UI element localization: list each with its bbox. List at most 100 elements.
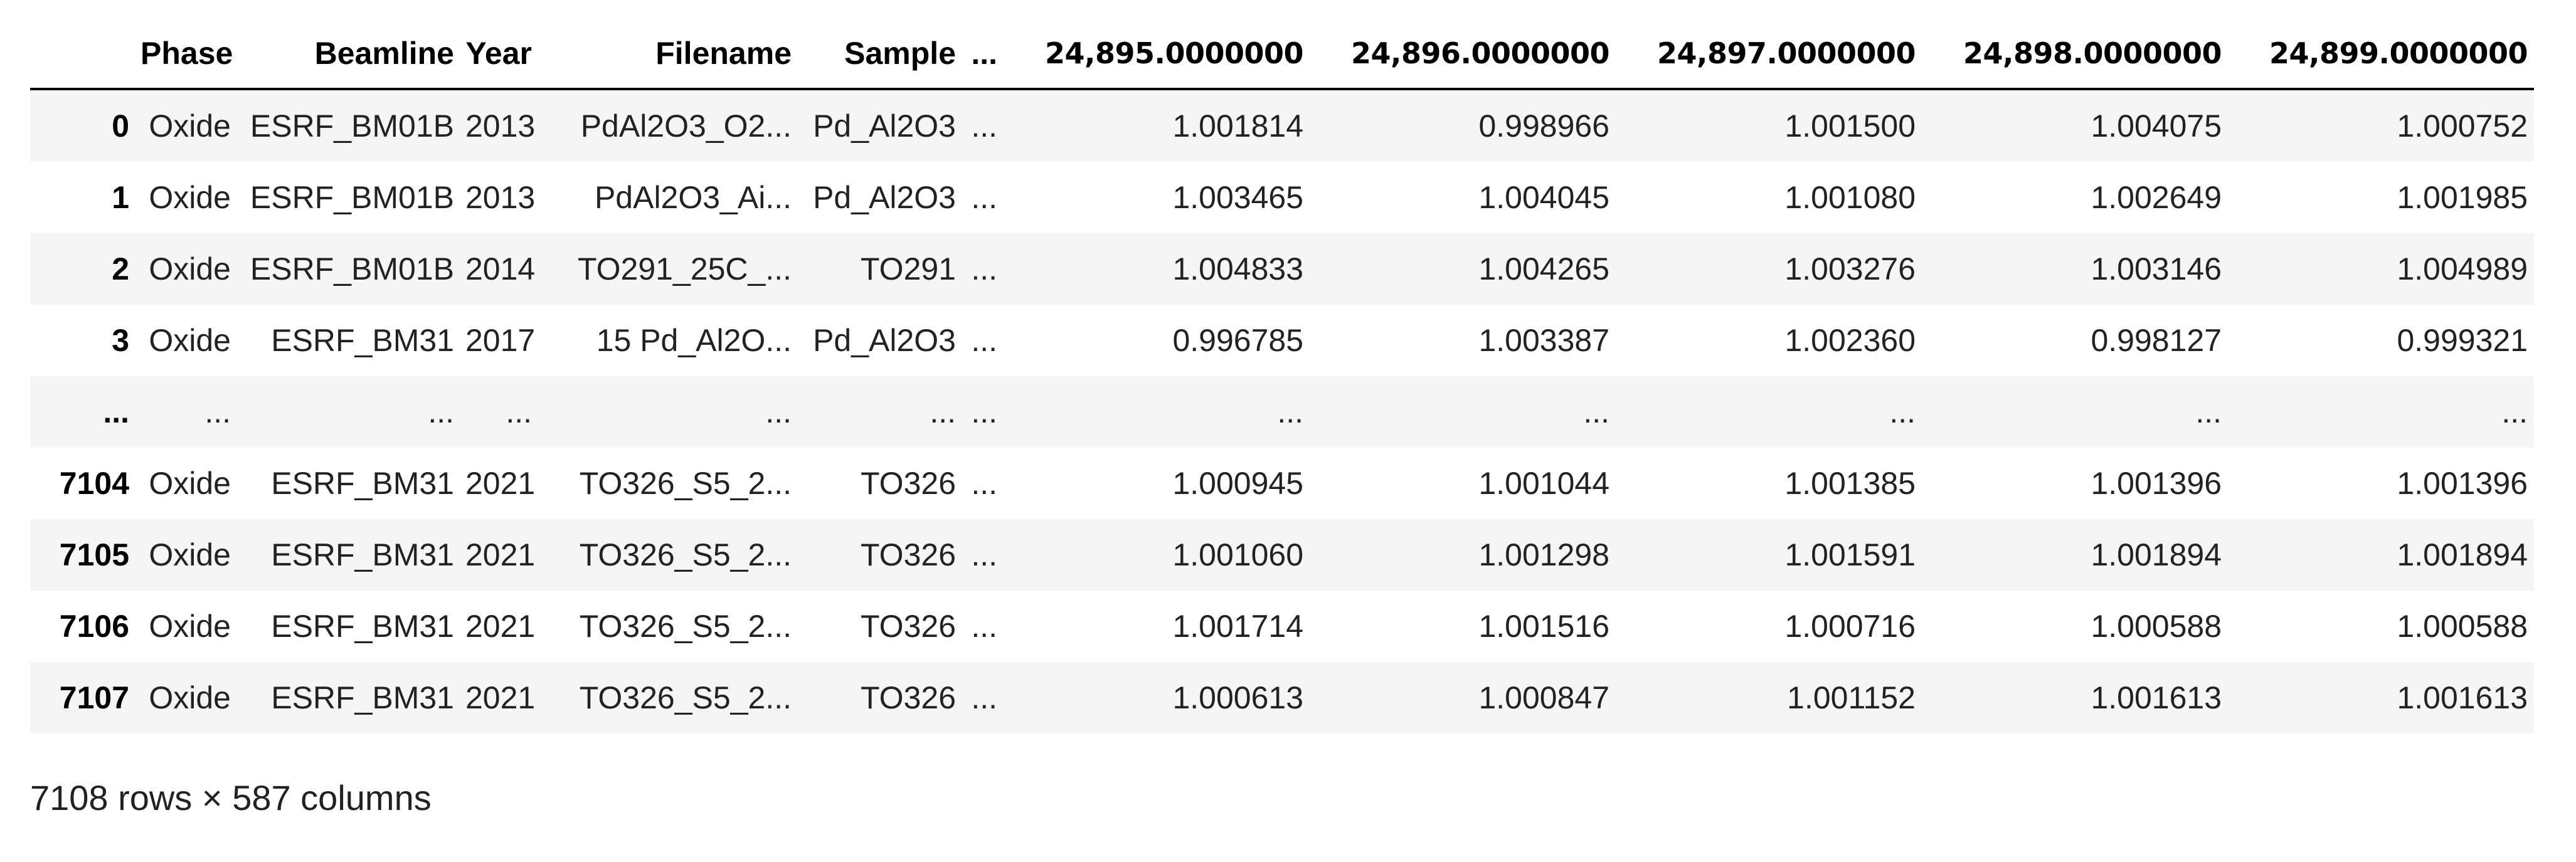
table-cell: 1.001985 [2397, 180, 2528, 215]
table-cell: 1.000945 [1172, 466, 1303, 501]
table-cell: TO326 [861, 537, 956, 572]
table-cell: ESRF_BM31 [271, 680, 454, 715]
table-cell: ... [971, 537, 997, 572]
table-cell: 1.002360 [1784, 323, 1916, 358]
table-cell: ... [971, 394, 997, 429]
table-cell: TO326 [861, 680, 956, 715]
row-index: 2 [112, 251, 129, 286]
column-header-beamline: Beamline [237, 19, 460, 90]
table-cell: 1.004075 [2091, 108, 2222, 144]
row-index: 7107 [59, 680, 129, 715]
table-cell: 1.003387 [1478, 323, 1609, 358]
table-cell: 2021 [465, 609, 536, 644]
table-row: 1 Oxide ESRF_BM01B 2013 PdAl2O3_Ai... Pd_Al2O… [30, 162, 2534, 233]
table-cell: 1.004833 [1172, 251, 1303, 286]
table-cell: 1.001152 [1787, 680, 1916, 715]
table-cell: TO291 [861, 251, 956, 286]
table-cell: 1.001714 [1172, 609, 1303, 644]
table-cell: 1.001396 [2397, 466, 2528, 501]
table-cell: ... [2195, 394, 2222, 429]
table-cell: 1.004989 [2397, 251, 2528, 286]
table-cell: PdAl2O3_Ai... [594, 180, 792, 215]
table-cell: 1.004045 [1478, 180, 1609, 215]
row-index: 1 [112, 180, 129, 215]
table-cell: ... [971, 323, 997, 358]
table-cell: TO291_25C_... [578, 251, 792, 286]
table-cell: 1.001080 [1784, 180, 1916, 215]
row-index: 7105 [59, 537, 129, 572]
table-cell: 1.000588 [2091, 609, 2222, 644]
table-cell: 2021 [465, 680, 536, 715]
table-row: 0 Oxide ESRF_BM01B 2013 PdAl2O3_O2... Pd_Al2O… [30, 89, 2534, 162]
table-cell: 2013 [465, 180, 536, 215]
table-cell: ... [506, 394, 532, 429]
table-cell: 1.000716 [1784, 609, 1916, 644]
table-cell: 1.003465 [1172, 180, 1303, 215]
table-cell: 2014 [465, 251, 536, 286]
table-cell: ... [971, 466, 997, 501]
table-cell: 1.000752 [2397, 108, 2528, 144]
table-cell: 1.001060 [1172, 537, 1303, 572]
column-header-sample: Sample [798, 19, 962, 90]
column-header-energy-24899: 24,899.0000000 [2228, 19, 2534, 90]
table-cell: TO326 [861, 609, 956, 644]
table-cell: ESRF_BM31 [271, 609, 454, 644]
table-cell: 1.001814 [1172, 108, 1303, 144]
table-cell: ... [1889, 394, 1916, 429]
row-index: 0 [112, 108, 129, 144]
table-cell: 15 Pd_Al2O... [596, 323, 792, 358]
table-cell: 1.001613 [2397, 680, 2528, 715]
row-index: 7106 [59, 609, 129, 644]
table-cell: TO326_S5_2... [579, 609, 792, 644]
table-cell: ... [428, 394, 454, 429]
column-header-energy-24895: 24,895.0000000 [1004, 19, 1310, 90]
table-cell: 1.001591 [1784, 537, 1916, 572]
dataframe-shape-caption: 7108 rows × 587 columns [30, 778, 432, 817]
table-cell: PdAl2O3_O2... [580, 108, 792, 144]
row-index: 7104 [59, 466, 129, 501]
dataframe-output: Phase Beamline Year Filename Sample ... … [30, 19, 2539, 733]
column-header-phase: Phase [135, 19, 237, 90]
table-cell: 2013 [465, 108, 536, 144]
column-header-ellipsis: ... [962, 19, 1004, 90]
table-body: 0 Oxide ESRF_BM01B 2013 PdAl2O3_O2... Pd_Al2O… [30, 89, 2534, 733]
table-cell: 1.001396 [2091, 466, 2222, 501]
table-cell: Oxide [149, 537, 231, 572]
table-cell: ... [765, 394, 792, 429]
table-row: 7104 Oxide ESRF_BM31 2021 TO326_S5_2... TO326… [30, 448, 2534, 519]
table-cell: 2017 [465, 323, 536, 358]
column-header-energy-24896: 24,896.0000000 [1310, 19, 1616, 90]
row-index: ... [103, 394, 129, 429]
table-row: 2 Oxide ESRF_BM01B 2014 TO291_25C_... TO291..… [30, 233, 2534, 305]
table-cell: Oxide [149, 609, 231, 644]
table-cell: 1.001613 [2091, 680, 2222, 715]
table-cell: ESRF_BM31 [271, 323, 454, 358]
table-cell: 0.998127 [2091, 323, 2222, 358]
table-cell: Pd_Al2O3 [813, 108, 956, 144]
table-cell: ESRF_BM01B [250, 108, 454, 144]
table-cell: ... [971, 609, 997, 644]
table-row: 7107 Oxide ESRF_BM31 2021 TO326_S5_2... TO326… [30, 662, 2534, 733]
table-cell: ... [204, 394, 231, 429]
table-cell: TO326_S5_2... [579, 680, 792, 715]
table-cell: 1.001894 [2397, 537, 2528, 572]
table-row: .................................... [30, 376, 2534, 448]
table-cell: 0.999321 [2397, 323, 2528, 358]
table-cell: 1.001894 [2091, 537, 2222, 572]
table-cell: 1.001516 [1478, 609, 1609, 644]
table-cell: 1.001298 [1478, 537, 1609, 572]
table-cell: Oxide [149, 251, 231, 286]
table-cell: Oxide [149, 108, 231, 144]
table-cell: ... [971, 108, 997, 144]
table-cell: 1.001385 [1784, 466, 1916, 501]
table-cell: 1.001044 [1478, 466, 1609, 501]
table-cell: 1.002649 [2091, 180, 2222, 215]
column-header-year: Year [460, 19, 538, 90]
table-cell: 2021 [465, 537, 536, 572]
table-cell: TO326 [861, 466, 956, 501]
table-cell: 1.000588 [2397, 609, 2528, 644]
table-cell: ... [930, 394, 956, 429]
table-row: 7105 Oxide ESRF_BM31 2021 TO326_S5_2... TO326… [30, 519, 2534, 591]
table-cell: 1.000847 [1478, 680, 1609, 715]
table-cell: 0.996785 [1172, 323, 1303, 358]
